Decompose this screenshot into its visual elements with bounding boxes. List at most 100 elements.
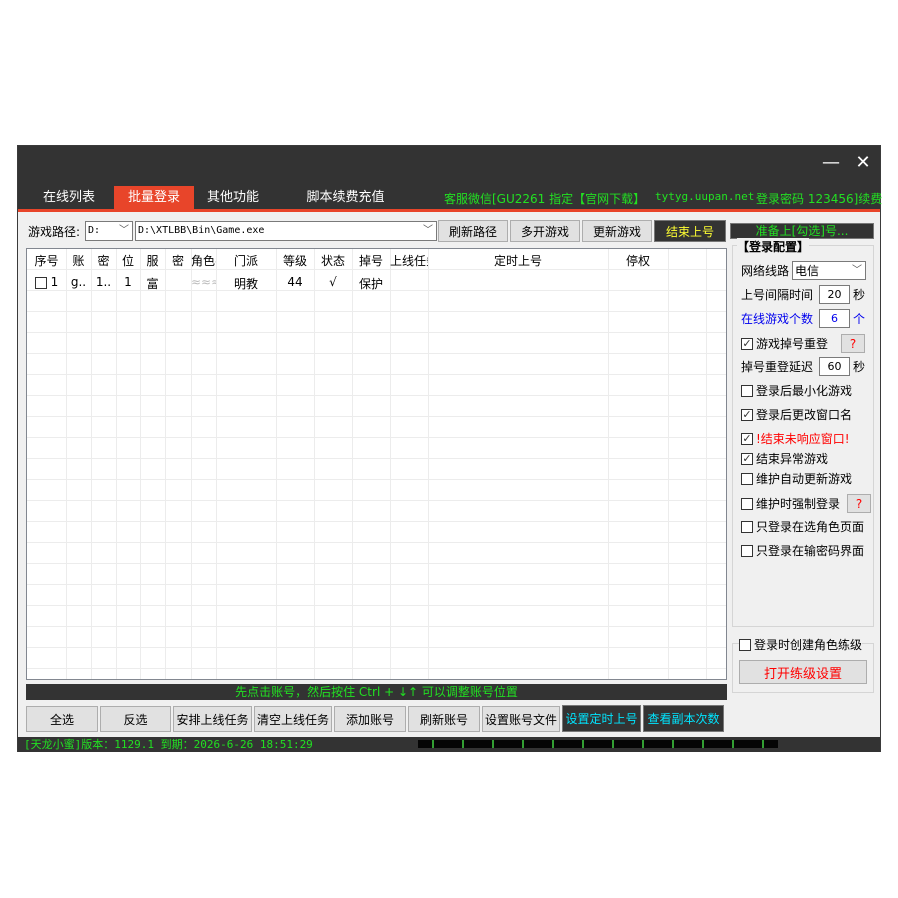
tab-other-functions[interactable]: 其他功能 — [194, 186, 272, 209]
game-path-label: 游戏路径: — [28, 225, 81, 239]
column-header[interactable]: 掉号 — [352, 252, 390, 269]
password-info: 登录密码 123456]续费 — [756, 192, 883, 206]
title-bar[interactable]: — ✕ — [18, 146, 880, 186]
end-login-button[interactable]: 结束上号 — [654, 220, 726, 242]
bottom-button[interactable]: 全选 — [26, 706, 98, 732]
bottom-button[interactable]: 清空上线任务 — [254, 706, 332, 732]
cell-text: ≈≈≈≈ — [191, 275, 216, 289]
set-timed-login-button[interactable]: 设置定时上号 — [562, 705, 641, 732]
row-checkbox[interactable] — [34, 276, 47, 289]
cell-text: 保护 — [358, 277, 383, 291]
option-label: 只登录在选角色页面 — [756, 520, 865, 534]
option-1[interactable]: 登录后最小化游戏 — [741, 382, 852, 399]
bottom-button[interactable]: 反选 — [100, 706, 171, 732]
open-leveling-settings-button[interactable]: 打开练级设置 — [739, 660, 867, 684]
group-title: 【登录配置】 — [737, 238, 810, 255]
option-4[interactable]: ✓ 结束异常游戏 — [741, 450, 828, 467]
column-divider — [428, 249, 429, 679]
row-divider — [27, 332, 726, 333]
drive-select[interactable]: D: ﹀ — [85, 221, 133, 241]
row-divider — [27, 563, 726, 564]
relogin-delay-input[interactable]: 60 — [819, 357, 851, 376]
column-header[interactable]: 定时上号 — [428, 252, 608, 269]
checkbox[interactable]: ✓ — [741, 452, 753, 465]
network-label: 网络线路 — [741, 264, 790, 278]
column-divider — [191, 249, 192, 679]
close-button[interactable]: ✕ — [848, 152, 878, 173]
bottom-button[interactable]: 刷新账号 — [408, 706, 480, 732]
row-divider — [27, 374, 726, 375]
checkbox[interactable] — [739, 638, 751, 651]
column-header[interactable]: 密 — [165, 252, 191, 269]
column-header[interactable]: 上线任务 — [390, 252, 428, 269]
checkbox[interactable] — [741, 497, 753, 510]
column-header[interactable]: 等级 — [276, 252, 314, 269]
site-url[interactable]: tytyg.uupan.net — [655, 190, 754, 203]
checkbox[interactable] — [741, 520, 753, 533]
help-button[interactable]: ? — [841, 334, 866, 353]
view-dungeon-count-button[interactable]: 查看副本次数 — [643, 705, 724, 732]
option-8[interactable]: 只登录在输密码界面 — [741, 542, 864, 559]
column-header[interactable]: 门派 — [216, 252, 276, 269]
tab-online-list[interactable]: 在线列表 — [30, 186, 108, 209]
column-header[interactable]: 状态 — [314, 252, 352, 269]
column-header[interactable]: 序号 — [27, 252, 66, 269]
column-divider — [165, 249, 166, 679]
option-label: 维护时强制登录 — [756, 497, 841, 511]
column-header[interactable]: 角色名称 — [191, 252, 216, 269]
row-divider — [27, 647, 726, 648]
option-label: 登录后更改窗口名 — [756, 408, 853, 422]
interval-input[interactable]: 20 — [819, 285, 851, 304]
column-header[interactable]: 账 — [66, 252, 91, 269]
online-count-row: 在线游戏个数 6 个 — [741, 309, 865, 328]
bottom-button[interactable]: 安排上线任务 — [173, 706, 252, 732]
option-7[interactable]: 只登录在选角色页面 — [741, 518, 864, 535]
tab-renewal[interactable]: 脚本续费充值 — [288, 186, 403, 209]
table-cell: √ — [314, 275, 352, 289]
option-5[interactable]: 维护自动更新游戏 — [741, 470, 852, 487]
checkbox[interactable] — [741, 472, 753, 485]
refresh-path-button[interactable]: 刷新路径 — [438, 220, 508, 242]
interval-unit: 秒 — [853, 288, 866, 302]
option-label: 游戏掉号重登 — [756, 337, 829, 351]
cell-text: 富 — [146, 277, 159, 291]
checkbox[interactable]: ✓ — [741, 432, 753, 445]
bottom-button[interactable]: 添加账号 — [334, 706, 406, 732]
service-info: 客服微信[GU2261 指定【官网下载】 — [444, 192, 646, 206]
column-header[interactable]: 密 — [91, 252, 116, 269]
checkbox[interactable] — [741, 384, 753, 397]
checkbox[interactable]: ✓ — [741, 337, 753, 350]
tab-bar: 在线列表 批量登录 其他功能 脚本续费充值 客服微信[GU2261 指定【官网下… — [18, 186, 883, 209]
tab-batch-login[interactable]: 批量登录 — [114, 186, 194, 209]
option-2[interactable]: ✓ 登录后更改窗口名 — [741, 406, 852, 423]
interval-label: 上号间隔时间 — [741, 288, 814, 302]
option-6[interactable]: 维护时强制登录? — [741, 494, 872, 513]
cell-text: 明教 — [233, 277, 258, 291]
network-row: 网络线路 电信 ﹀ — [741, 261, 867, 280]
multi-open-button[interactable]: 多开游戏 — [510, 220, 580, 242]
checkbox[interactable] — [741, 544, 753, 557]
account-table[interactable]: 序号账密位服密角色名称门派等级状态掉号上线任务定时上号停权1g..1..1富≈≈… — [26, 248, 727, 680]
cell-text: 44 — [287, 275, 303, 289]
update-game-button[interactable]: 更新游戏 — [582, 220, 652, 242]
create-role-option[interactable]: 登录时创建角色练级 — [739, 636, 863, 653]
row-divider — [27, 479, 726, 480]
column-header[interactable]: 位 — [116, 252, 140, 269]
option-0[interactable]: ✓ 游戏掉号重登? — [741, 334, 866, 353]
column-header[interactable]: 停权 — [608, 252, 668, 269]
bottom-button[interactable]: 设置账号文件 — [482, 706, 560, 732]
checkbox[interactable]: ✓ — [741, 408, 753, 421]
minimize-button[interactable]: — — [816, 152, 846, 173]
option-3[interactable]: ✓ !结束未响应窗口! — [741, 430, 850, 447]
column-divider — [668, 249, 669, 679]
column-divider — [390, 249, 391, 679]
help-button[interactable]: ? — [847, 494, 872, 513]
online-count-label: 在线游戏个数 — [741, 312, 814, 326]
online-count-input[interactable]: 6 — [819, 309, 851, 328]
table-cell: 1 — [27, 275, 66, 289]
column-divider — [608, 249, 609, 679]
game-path-select[interactable]: D:\XTLBB\Bin\Game.exe ﹀ — [135, 221, 437, 241]
column-header[interactable]: 服 — [140, 252, 165, 269]
network-select[interactable]: 电信 ﹀ — [792, 261, 867, 280]
hint-bar: 先点击账号，然后按住 Ctrl + ↓↑ 可以调整账号位置 — [26, 684, 727, 700]
